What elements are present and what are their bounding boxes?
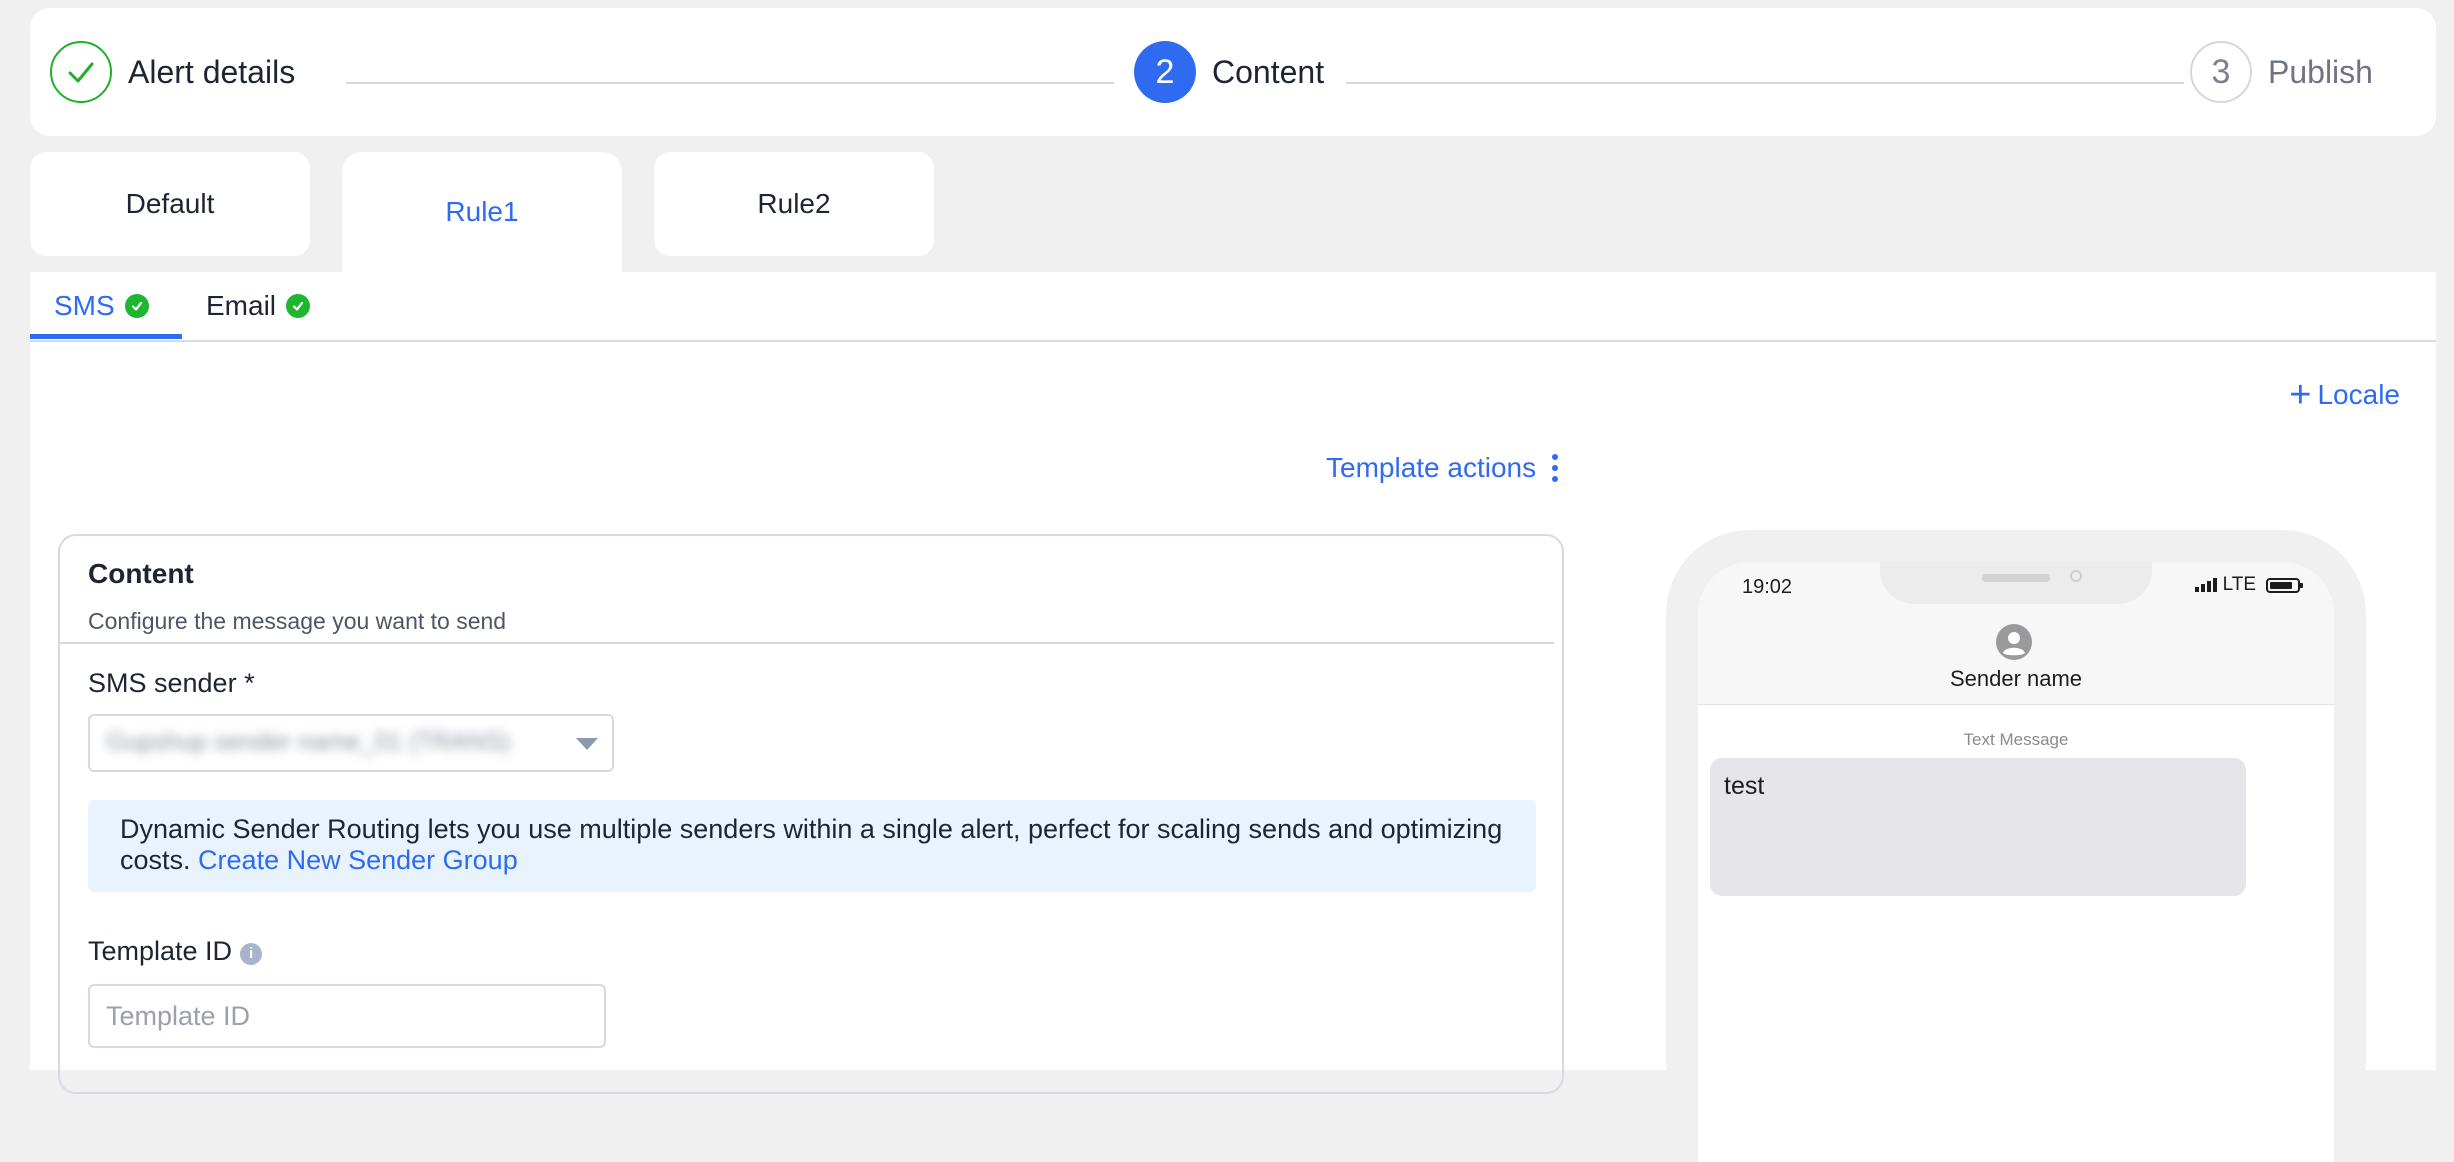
chevron-down-icon	[576, 738, 598, 750]
card-subtitle: Configure the message you want to send	[88, 608, 507, 634]
step-number: 2	[1134, 41, 1196, 103]
kebab-menu-icon	[1552, 454, 1559, 482]
info-icon[interactable]: i	[240, 942, 263, 965]
step-label: Alert details	[128, 53, 296, 90]
active-tab-indicator	[30, 334, 182, 339]
step-alert-details[interactable]: Alert details	[50, 8, 295, 136]
status-time: 19:02	[1742, 576, 1793, 598]
network-label: LTE	[2222, 574, 2256, 595]
plus-icon: +	[2289, 374, 2312, 416]
phone-screen: 19:02 LTE Sender name Text Message test	[1698, 562, 2334, 1162]
message-bubble: test	[1710, 758, 2246, 896]
checkmark-icon	[50, 41, 112, 103]
add-locale-button[interactable]: + Locale	[2289, 376, 2400, 414]
dynamic-routing-banner: Dynamic Sender Routing lets you use mult…	[88, 800, 1536, 892]
check-circle-icon	[124, 294, 149, 318]
speaker-icon	[1982, 574, 2050, 582]
step-label: Content	[1212, 53, 1325, 90]
sms-sender-select[interactable]: Gupshup sender name_01 (TRANS)	[88, 714, 614, 772]
template-actions-label: Template actions	[1326, 452, 1537, 483]
sms-sender-label: SMS sender *	[88, 668, 255, 698]
content-panel: SMS Email + Locale Template actions Cont…	[30, 272, 2436, 1162]
required-mark: *	[244, 668, 255, 698]
step-content[interactable]: 2 Content	[1134, 8, 1324, 136]
signal-icon	[2194, 578, 2217, 592]
tab-label: Email	[206, 290, 277, 321]
sender-name: Sender name	[1949, 666, 2083, 691]
step-number: 3	[2190, 41, 2252, 103]
divider	[60, 642, 1554, 644]
channel-tabs: SMS Email	[30, 272, 2436, 342]
tab-sms[interactable]: SMS	[54, 272, 149, 340]
status-bar-right: LTE	[2194, 574, 2303, 596]
step-connector	[346, 82, 1114, 84]
rule-tab-default[interactable]: Default	[30, 152, 310, 256]
content-card: Content Configure the message you want t…	[58, 534, 1564, 1094]
step-publish[interactable]: 3 Publish	[2190, 8, 2373, 136]
tab-email[interactable]: Email	[206, 272, 311, 340]
phone-notch	[1880, 562, 2152, 604]
template-id-input[interactable]	[88, 984, 606, 1048]
check-circle-icon	[286, 294, 311, 318]
locale-label: Locale	[2317, 379, 2400, 410]
phone-preview: 19:02 LTE Sender name Text Message test	[1666, 530, 2366, 1162]
sms-sender-value: Gupshup sender name_01 (TRANS)	[106, 728, 511, 756]
tab-label: SMS	[54, 290, 115, 321]
progress-stepper: Alert details 2 Content 3 Publish	[30, 8, 2436, 136]
step-label: Publish	[2268, 53, 2373, 90]
rule-tab-rule1[interactable]: Rule1	[342, 152, 622, 272]
message-header: 19:02 LTE Sender name	[1698, 562, 2334, 705]
avatar-icon	[1996, 624, 2032, 660]
rule-tab-rule2[interactable]: Rule2	[654, 152, 934, 256]
template-id-label: Template ID i	[88, 936, 263, 967]
camera-icon	[2070, 570, 2082, 582]
create-sender-group-link[interactable]: Create New Sender Group	[198, 845, 518, 875]
step-connector	[1346, 82, 2184, 84]
template-actions-button[interactable]: Template actions	[1326, 452, 1559, 484]
battery-icon	[2266, 577, 2303, 593]
card-title: Content	[88, 558, 194, 589]
message-type-label: Text Message	[1963, 730, 2069, 749]
